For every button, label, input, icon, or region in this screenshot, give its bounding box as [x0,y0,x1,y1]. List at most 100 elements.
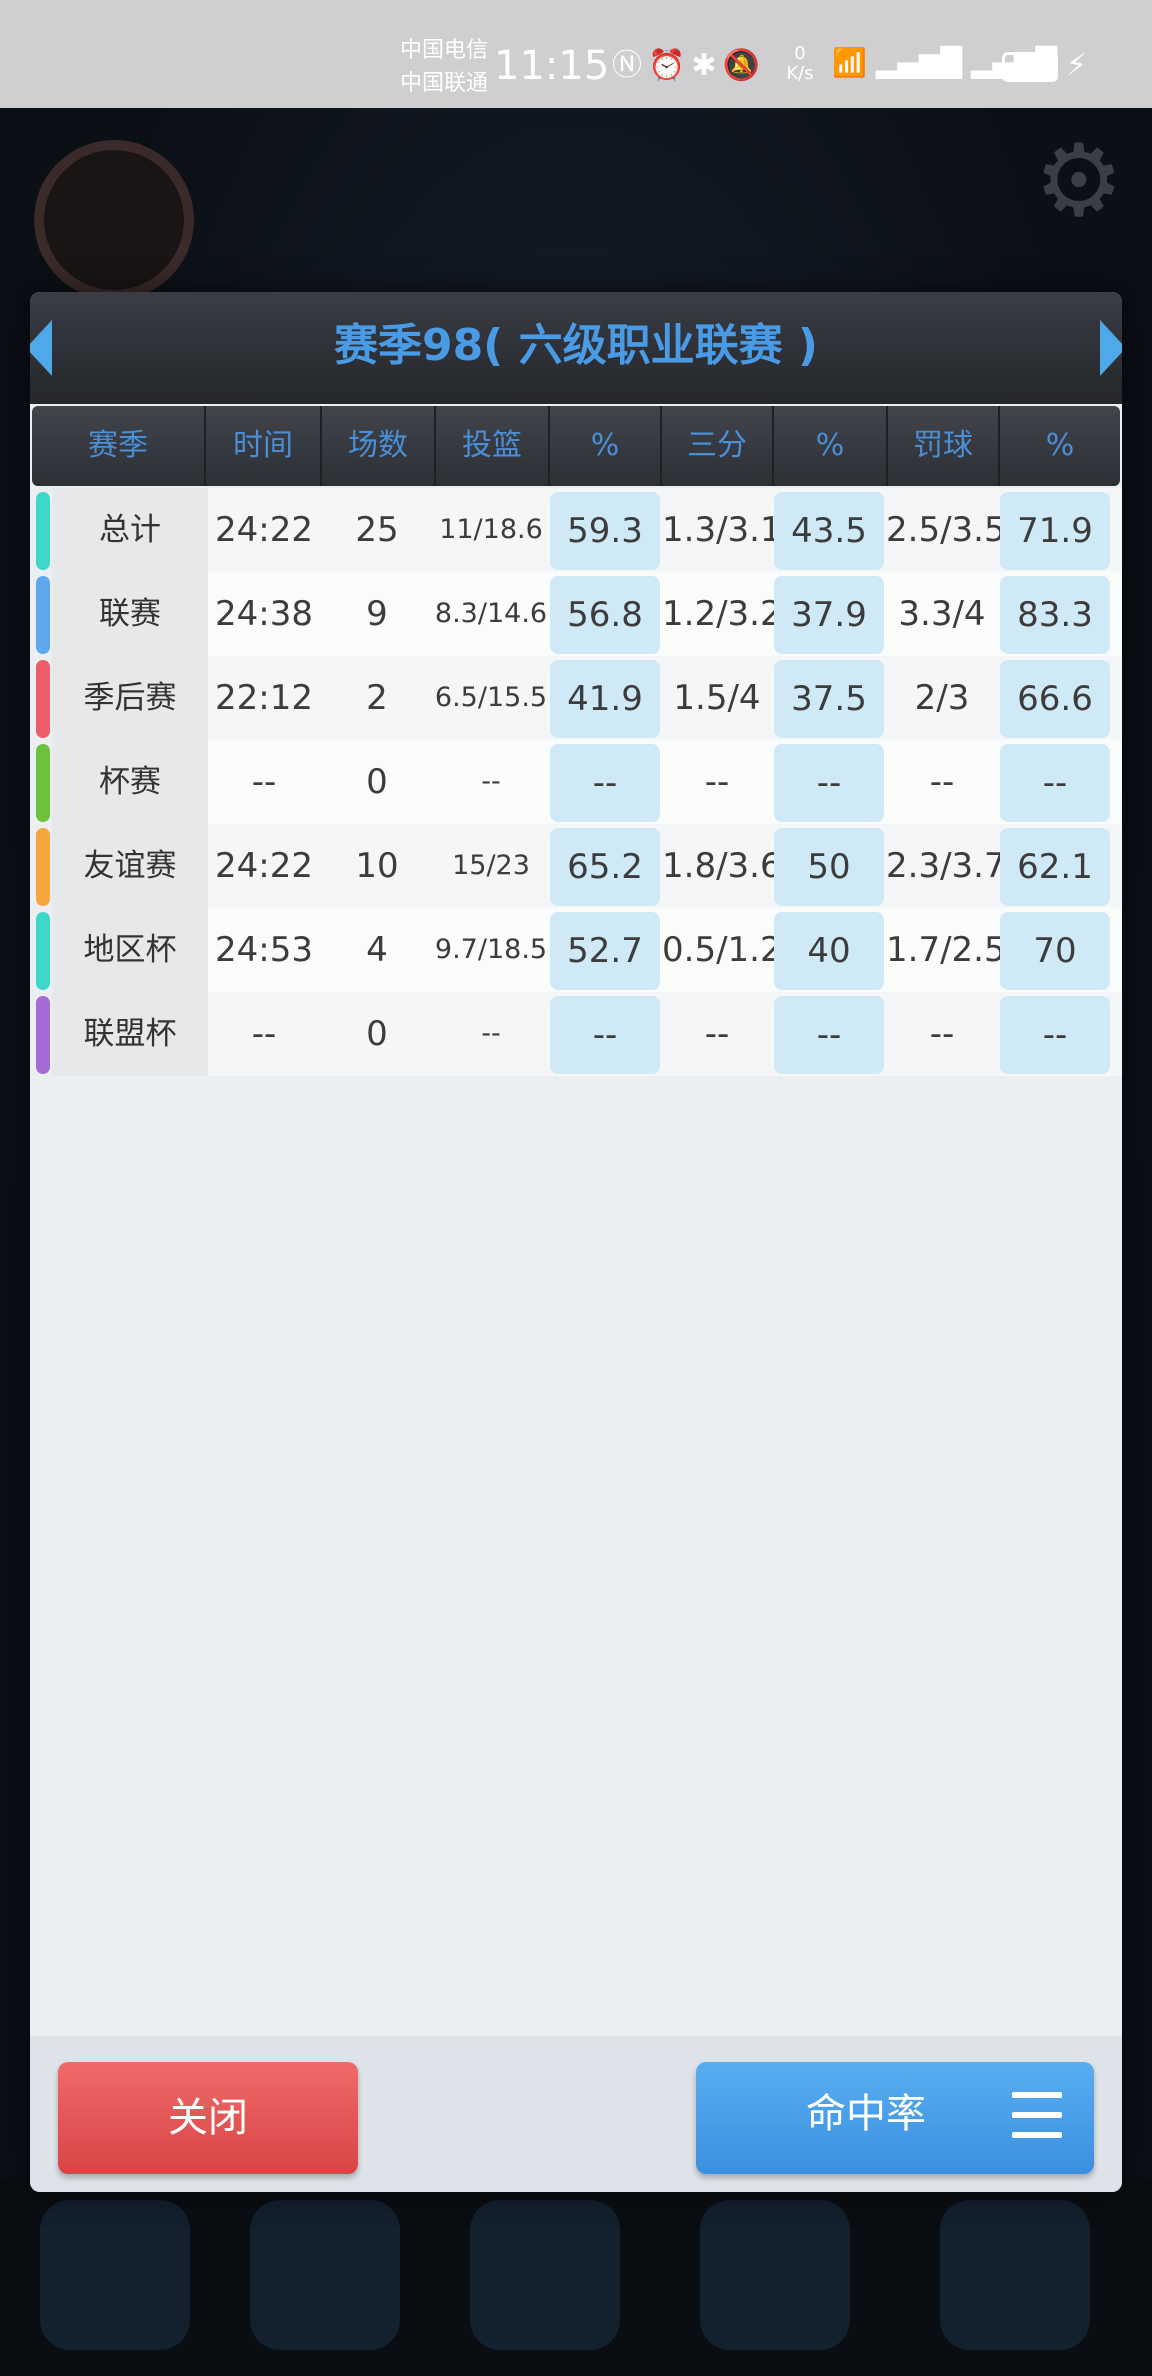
cell-three-pct: 50 [774,828,884,906]
table-row: 地区杯 24:53 4 9.7/18.5 52.7 0.5/1.2 40 1.7/2.5 70 [30,908,1122,992]
nav-up-icon [940,2200,1090,2350]
row-label: 联赛 [52,572,208,656]
cell-three: -- [704,762,730,802]
row-body: 24:22 25 11/18.6 59.3 1.3/3.1 43.5 2.5/3.5 71.9 [208,488,1122,572]
cell-time: 24:53 [215,930,313,970]
cell-three-pct: 37.5 [774,660,884,738]
cell-three: 1.8/3.6 [662,846,782,886]
cell-fg-pct: 41.9 [550,660,660,738]
dialog-title: 赛季98( 六级职业联赛 ) [333,320,819,371]
nav-yen-icon [250,2200,400,2350]
row-color-stripe [36,492,50,570]
cell-fg: 6.5/15.5 [434,682,548,713]
row-body: 24:38 9 8.3/14.6 56.8 1.2/3.2 37.9 3.3/4 83.3 [208,572,1122,656]
cell-three-pct: 43.5 [774,492,884,570]
row-color-stripe [36,828,50,906]
cell-ft-pct: 71.9 [1000,492,1110,570]
cell-ft: 1.7/2.5 [886,930,1006,970]
cell-fg-pct: 56.8 [550,576,660,654]
cell-fg: 9.7/18.5 [434,934,548,965]
dialog-header: 赛季98( 六级职业联赛 ) [30,292,1122,404]
row-color-stripe [36,744,50,822]
col-header-ft-pct: % [1045,428,1075,463]
table-header: 赛季 时间 场数 投篮 % 三分 % 罚球 % [32,406,1120,486]
cell-three: 1.5/4 [673,678,761,718]
mute-icon: 🔕 [722,48,766,83]
col-header-time: 时间 [206,406,322,486]
dialog-footer: 关闭 命中率 [30,2036,1122,2192]
cell-games: 0 [366,1014,388,1054]
cell-ft: 3.3/4 [898,594,986,634]
col-header-season: 赛季 [32,406,206,486]
status-bar: 中国电信 中国联通 11:15 Ⓝ⏰✱🔕 0 K/s 📶 ▂▄▆█ ▂▄▆█ 9… [0,0,1152,108]
bluetooth-icon: ✱ [691,48,723,83]
table-row: 友谊赛 24:22 10 15/23 65.2 1.8/3.6 50 2.3/3.7 62.1 [30,824,1122,908]
hit-rate-label: 命中率 [806,2091,926,2137]
row-color-stripe [36,996,50,1074]
row-label: 联盟杯 [52,992,208,1076]
cell-games: 25 [355,510,399,550]
next-season-arrow-icon[interactable] [1100,320,1122,376]
cell-fg-pct: 65.2 [550,828,660,906]
nav-star-icon [40,2200,190,2350]
table-row: 联盟杯 -- 0 -- -- -- -- -- -- [30,992,1122,1076]
cell-time: 24:38 [215,594,313,634]
row-body: 22:12 2 6.5/15.5 41.9 1.5/4 37.5 2/3 66.6 [208,656,1122,740]
table-row: 杯赛 -- 0 -- -- -- -- -- -- [30,740,1122,824]
cell-time: 22:12 [215,678,313,718]
row-color-stripe [36,576,50,654]
cell-fg: 8.3/14.6 [434,598,548,629]
cell-games: 2 [366,678,388,718]
cell-three-pct: -- [774,996,884,1074]
status-icons: Ⓝ⏰✱🔕 [612,44,766,88]
nfc-icon: Ⓝ [612,48,648,83]
table-row: 联赛 24:38 9 8.3/14.6 56.8 1.2/3.2 37.9 3.3/4 83.3 [30,572,1122,656]
cell-fg: -- [481,766,501,797]
cell-three-pct: 40 [774,912,884,990]
alarm-icon: ⏰ [648,48,692,83]
cell-ft: 2.5/3.5 [886,510,1006,550]
cell-games: 10 [355,846,399,886]
cell-time: 24:22 [215,846,313,886]
cell-ft: -- [929,762,955,802]
charging-icon: ⚡ [1066,48,1088,83]
hit-rate-button[interactable]: 命中率 [696,2062,1094,2174]
col-header-three: 三分 [662,406,774,486]
col-header-games: 场数 [322,406,436,486]
table-row: 总计 24:22 25 11/18.6 59.3 1.3/3.1 43.5 2.5/3.5 71… [30,488,1122,572]
row-label: 总计 [52,488,208,572]
cell-ft: 2/3 [914,678,970,718]
status-time: 11:15 [494,43,610,89]
cell-ft: 2.3/3.7 [886,846,1006,886]
row-body: -- 0 -- -- -- -- -- -- [208,740,1122,824]
close-button[interactable]: 关闭 [58,2062,358,2174]
nav-center-icon [470,2200,620,2350]
cell-fg-pct: -- [550,744,660,822]
cell-games: 0 [366,762,388,802]
cell-ft-pct: -- [1000,744,1110,822]
cell-three-pct: -- [774,744,884,822]
cell-fg: 11/18.6 [439,514,543,545]
row-label: 杯赛 [52,740,208,824]
cell-three-pct: 37.9 [774,576,884,654]
cell-ft-pct: -- [1000,996,1110,1074]
col-header-three-pct: % [774,406,888,486]
cell-ft-pct: 70 [1000,912,1110,990]
carrier-info: 中国电信 中国联通 [400,34,488,100]
row-body: 24:22 10 15/23 65.2 1.8/3.6 50 2.3/3.7 62.1 [208,824,1122,908]
row-label: 地区杯 [52,908,208,992]
stats-dialog: 赛季98( 六级职业联赛 ) 赛季 时间 场数 投篮 % 三分 % 罚球 % 总… [30,292,1122,2192]
cell-ft-pct: 62.1 [1000,828,1110,906]
cell-fg-pct: 52.7 [550,912,660,990]
signal-5g-icon: ▂▄▆█ [875,46,962,79]
menu-icon [1012,2092,1062,2140]
battery-icon: 91 [1002,52,1058,82]
net-speed: 0 K/s [786,43,814,84]
cell-time: 24:22 [215,510,313,550]
cell-games: 4 [366,930,388,970]
row-color-stripe [36,912,50,990]
team-logo [34,140,194,300]
cell-fg: -- [481,1018,501,1049]
row-label: 友谊赛 [52,824,208,908]
cell-ft-pct: 83.3 [1000,576,1110,654]
